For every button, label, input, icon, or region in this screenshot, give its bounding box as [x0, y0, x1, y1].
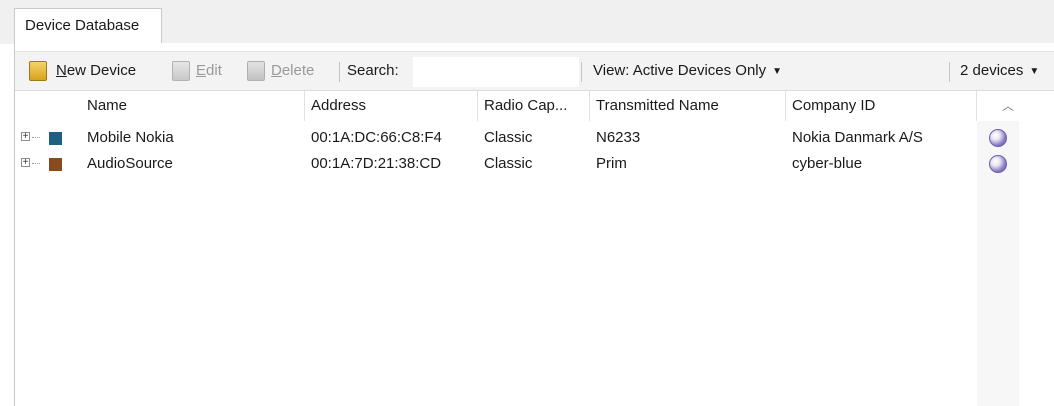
expand-plus-icon[interactable]: + — [21, 132, 30, 142]
toolbar-separator — [339, 62, 340, 82]
cell-address: 00:1A:DC:66:C8:F4 — [311, 129, 442, 146]
table-row[interactable]: + Mobile Nokia 00:1A:DC:66:C8:F4 Classic… — [15, 125, 977, 151]
cell-transmitted-name: N6233 — [596, 129, 641, 146]
tab-device-database[interactable]: Device Database — [14, 8, 162, 44]
tree-connector — [32, 137, 40, 138]
device-status-icon[interactable] — [989, 129, 1007, 147]
edit-accel: E — [196, 62, 207, 79]
table-row[interactable]: + AudioSource 00:1A:7D:21:38:CD Classic … — [15, 151, 977, 177]
toolbar-separator — [949, 62, 950, 82]
cell-name: AudioSource — [87, 155, 173, 172]
device-count-dropdown[interactable]: 2 devices ▼ — [960, 52, 1039, 90]
column-header-name[interactable]: Name — [81, 91, 305, 121]
edit-icon — [172, 61, 190, 81]
cell-radio: Classic — [484, 155, 533, 172]
new-device-icon — [29, 61, 47, 81]
tree-connector — [32, 163, 40, 164]
cell-transmitted-name: Prim — [596, 155, 627, 172]
new-device-button[interactable]: New Device — [29, 52, 136, 90]
new-device-label: ew Device — [66, 62, 137, 79]
view-filter-label: View: Active Devices Only — [593, 62, 767, 79]
view-filter-dropdown[interactable]: View: Active Devices Only ▼ — [593, 52, 782, 90]
cell-name: Mobile Nokia — [87, 129, 174, 146]
column-header-radio[interactable]: Radio Cap... — [478, 91, 590, 121]
delete-icon — [247, 61, 265, 81]
tab-label: Device Database — [25, 17, 140, 34]
delete-label: elete — [281, 62, 315, 79]
device-count-label: 2 devices — [960, 62, 1024, 79]
edit-button[interactable]: Edit — [172, 52, 222, 90]
column-header-company-id[interactable]: Company ID — [786, 91, 977, 121]
new-device-accel: N — [56, 62, 67, 79]
delete-button[interactable]: Delete — [247, 52, 314, 90]
cell-radio: Classic — [484, 129, 533, 146]
device-database-panel: New Device Edit Delete Search: View: Act… — [14, 43, 1054, 406]
search-input[interactable] — [413, 57, 579, 87]
delete-accel: D — [271, 62, 282, 79]
device-color-swatch — [49, 132, 62, 145]
tab-strip: Device Database — [0, 0, 1054, 44]
device-table: Name Address Radio Cap... Transmitted Na… — [15, 91, 1054, 406]
edit-label: dit — [206, 62, 222, 79]
cell-company-id: Nokia Danmark A/S — [792, 129, 923, 146]
device-color-swatch — [49, 158, 62, 171]
cell-company-id: cyber-blue — [792, 155, 863, 172]
device-status-icon[interactable] — [989, 155, 1007, 173]
column-header-transmitted-name[interactable]: Transmitted Name — [590, 91, 786, 121]
chevron-down-icon: ▼ — [1029, 66, 1040, 77]
search-label: Search: — [347, 62, 399, 79]
sort-up-icon[interactable]: ︿ — [997, 91, 1019, 121]
chevron-down-icon: ▼ — [772, 66, 783, 77]
expand-plus-icon[interactable]: + — [21, 158, 30, 168]
table-header: Name Address Radio Cap... Transmitted Na… — [15, 91, 1054, 121]
toolbar: New Device Edit Delete Search: View: Act… — [15, 51, 1054, 91]
column-header-address[interactable]: Address — [305, 91, 478, 121]
toolbar-separator — [581, 62, 582, 82]
cell-address: 00:1A:7D:21:38:CD — [311, 155, 442, 172]
